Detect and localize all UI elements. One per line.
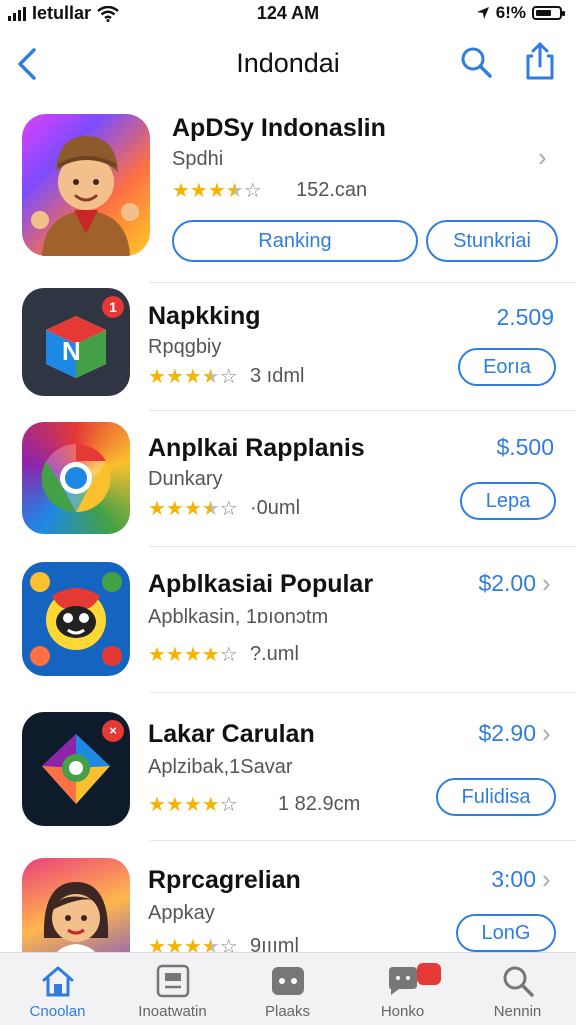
tab-home[interactable]: Cnoolan bbox=[0, 953, 115, 1025]
app-icon-apblkasiai bbox=[22, 562, 130, 676]
app-price: 2.509 bbox=[496, 304, 554, 330]
app-price: $2.00 bbox=[478, 570, 536, 596]
app-rating-count: ·0uml bbox=[250, 497, 301, 519]
tab-search[interactable]: Nennin bbox=[460, 953, 575, 1025]
tab-label: Honko bbox=[380, 1003, 425, 1020]
app-stars: ★★★★☆ bbox=[148, 366, 238, 388]
featured-rating-count: 152.can bbox=[296, 179, 368, 201]
app-row-lakar[interactable]: × Lakar Carulan Aplzibak,1Savar ★★★★☆ 1 … bbox=[0, 694, 576, 840]
app-price: $.500 bbox=[496, 434, 554, 460]
row-divider bbox=[150, 282, 576, 283]
featured-app-name: ApDSy Indonaslin bbox=[172, 114, 386, 142]
app-stars: ★★★★☆ bbox=[148, 794, 238, 816]
app-icon-napkking: N 1 bbox=[22, 288, 130, 396]
app-name: Lakar Carulan bbox=[148, 720, 315, 748]
tab-label: Inoatwatin bbox=[138, 1003, 207, 1020]
navigation-bar: Indondai bbox=[0, 30, 576, 100]
app-rating-count: 1 82.9cm bbox=[278, 793, 361, 815]
row-divider bbox=[150, 546, 576, 547]
app-stars: ★★★★☆ bbox=[148, 934, 238, 952]
share-icon[interactable] bbox=[522, 40, 558, 82]
app-row-anplkai[interactable]: Anplkai Rapplanis Dunkary ★★★★☆ ·0uml $.… bbox=[0, 412, 576, 546]
app-row-rprcagrelian[interactable]: Rprcagrelian Appkay ★★★★☆ 9ıııml 3:00 › … bbox=[0, 842, 576, 952]
app-chevron-icon[interactable]: › bbox=[542, 718, 551, 749]
app-subtitle: Appkay bbox=[148, 902, 215, 924]
app-price: 3:00 bbox=[491, 866, 536, 892]
app-subtitle: Apblkasin, 1ɒıonɔtm bbox=[148, 606, 329, 628]
featured-app-subtitle: Spdhi bbox=[172, 148, 224, 170]
app-icon-lakar: × bbox=[22, 712, 130, 826]
app-rating-count: 3 ıdml bbox=[250, 365, 305, 387]
search-icon bbox=[503, 966, 534, 997]
notification-badge: 1 bbox=[102, 296, 124, 318]
app-chevron-icon[interactable]: › bbox=[542, 568, 551, 599]
featured-chevron-icon[interactable]: › bbox=[538, 142, 547, 173]
status-right: 6!% bbox=[476, 3, 565, 23]
tab-games[interactable]: Plaaks bbox=[230, 953, 345, 1025]
girl-character-icon bbox=[43, 882, 109, 952]
location-icon bbox=[476, 7, 489, 19]
get-button[interactable]: Fulidisa bbox=[436, 778, 556, 816]
get-button[interactable]: Lepa bbox=[460, 482, 556, 520]
app-icon-anplkai bbox=[22, 422, 130, 534]
app-name: Napkking bbox=[148, 302, 261, 330]
notification-badge: × bbox=[102, 720, 124, 742]
ranking-button[interactable]: Ranking bbox=[172, 220, 418, 262]
app-row-apblkasiai[interactable]: Apblkasiai Popular Apblkasin, 1ɒıonɔtm ★… bbox=[0, 548, 576, 692]
chat-icon bbox=[389, 967, 417, 995]
row-divider bbox=[150, 692, 576, 693]
tab-label: Plaaks bbox=[264, 1003, 311, 1020]
notification-badge bbox=[417, 963, 441, 985]
featured-app-icon bbox=[22, 114, 150, 256]
games-icon bbox=[272, 967, 304, 995]
featured-app-row[interactable]: ApDSy Indonaslin Spdhi ★★★★☆ 152.can › R… bbox=[0, 100, 576, 282]
tab-label: Cnoolan bbox=[29, 1003, 86, 1020]
tab-bar: Cnoolan Inoatwatin Plaaks Honko Nennin bbox=[0, 952, 576, 1025]
app-stars: ★★★★☆ bbox=[148, 498, 238, 520]
status-bar: Ietullar 124 AM 6!% bbox=[0, 0, 576, 30]
app-rating-count: 9ıııml bbox=[250, 935, 299, 952]
app-name: Apblkasiai Popular bbox=[148, 570, 374, 598]
character-illustration bbox=[31, 136, 139, 256]
featured-stars: ★★★★☆ bbox=[172, 180, 262, 202]
battery-icon bbox=[532, 6, 565, 20]
battery-level bbox=[536, 10, 552, 16]
tab-today[interactable]: Inoatwatin bbox=[115, 953, 230, 1025]
app-stars: ★★★★☆ bbox=[148, 644, 238, 666]
app-name: Anplkai Rapplanis bbox=[148, 434, 365, 462]
tab-chat[interactable]: Honko bbox=[345, 953, 460, 1025]
app-rating-count: ?.uml bbox=[250, 643, 299, 665]
app-subtitle: Aplzibak,1Savar bbox=[148, 756, 293, 778]
row-divider bbox=[150, 410, 576, 411]
battery-percent: 6!% bbox=[495, 3, 526, 22]
app-subtitle: Rpqgbiy bbox=[148, 336, 222, 358]
secondary-button[interactable]: Stunkriai bbox=[426, 220, 558, 262]
search-icon[interactable] bbox=[458, 44, 494, 80]
app-row-napkking[interactable]: N 1 Napkking Rpqgbiy ★★★★☆ 3 ıdml 2.509 … bbox=[0, 284, 576, 410]
tab-label: Nennin bbox=[493, 1003, 542, 1020]
row-divider bbox=[150, 840, 576, 841]
get-button[interactable]: LonG bbox=[456, 914, 556, 952]
svg-text:N: N bbox=[62, 336, 81, 366]
app-icon-rprcagrelian bbox=[22, 858, 130, 952]
app-subtitle: Dunkary bbox=[148, 468, 223, 490]
app-name: Rprcagrelian bbox=[148, 866, 301, 894]
get-button[interactable]: Eorıa bbox=[458, 348, 556, 386]
browser-logo-icon bbox=[41, 443, 111, 513]
today-icon bbox=[156, 964, 190, 998]
home-icon bbox=[42, 966, 74, 997]
game-character-icon bbox=[30, 572, 122, 666]
app-price: $2.90 bbox=[478, 720, 536, 746]
app-chevron-icon[interactable]: › bbox=[542, 864, 551, 895]
